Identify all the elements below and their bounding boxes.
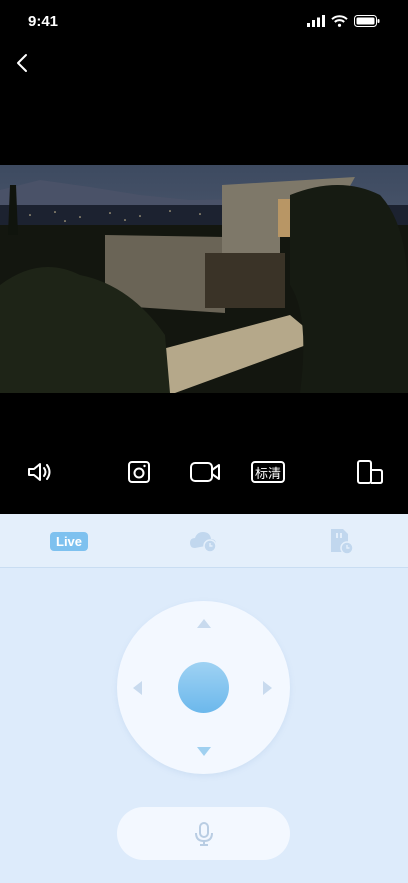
status-icons — [307, 15, 380, 27]
tab-sd-card-playback[interactable] — [327, 524, 355, 558]
live-badge: Live — [50, 531, 89, 551]
control-panel: Live — [0, 514, 408, 883]
back-icon[interactable] — [12, 52, 34, 74]
camera-live-feed[interactable] — [0, 165, 408, 393]
pan-up-arrow[interactable] — [197, 619, 211, 628]
ptz-direction-pad — [117, 601, 290, 774]
quality-button[interactable]: 标清 — [251, 461, 285, 483]
tab-bar: Live — [0, 514, 408, 568]
quality-label: 标清 — [254, 465, 281, 481]
video-controls: 标清 — [0, 456, 408, 496]
pan-right-arrow[interactable] — [263, 681, 272, 695]
fullscreen-button[interactable] — [354, 456, 386, 488]
battery-icon — [354, 15, 380, 27]
cloud-clock-icon — [190, 532, 217, 553]
camera-icon — [128, 461, 150, 483]
wifi-icon — [331, 15, 348, 27]
ptz-center-button[interactable] — [178, 662, 229, 713]
tab-live[interactable]: Live — [50, 524, 89, 558]
camera-image — [0, 165, 408, 393]
status-time: 9:41 — [28, 13, 59, 30]
record-button[interactable] — [189, 456, 221, 488]
video-camera-icon — [190, 462, 220, 482]
speaker-icon — [28, 463, 51, 481]
rotate-screen-icon — [357, 460, 383, 484]
signal-icon — [307, 15, 325, 27]
pan-down-arrow[interactable] — [197, 747, 211, 756]
pan-left-arrow[interactable] — [133, 681, 142, 695]
microphone-icon — [194, 821, 213, 846]
screenshot-button[interactable] — [123, 456, 155, 488]
sound-button[interactable] — [23, 456, 55, 488]
video-section: 9:41 标清 — [0, 0, 408, 514]
sd-card-clock-icon — [331, 529, 354, 555]
tab-cloud-playback[interactable] — [189, 524, 219, 558]
talk-button[interactable] — [117, 807, 290, 860]
status-bar: 9:41 — [0, 0, 408, 44]
